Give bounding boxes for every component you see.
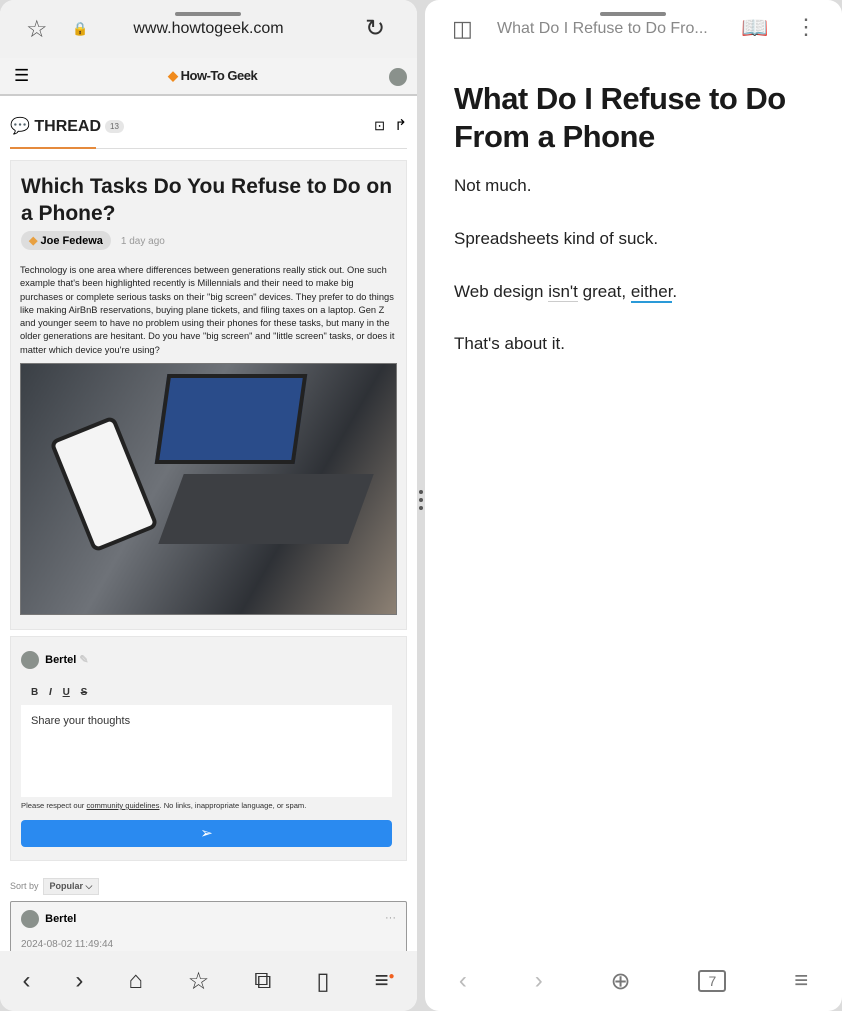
note-title: What Do I Refuse to Do From a Phone <box>454 81 786 154</box>
account-icon[interactable] <box>389 68 407 86</box>
tabs-icon[interactable]: ⧉ <box>254 967 271 995</box>
note-tab-title: What Do I Refuse to Do Fro... <box>497 20 708 37</box>
drag-handle[interactable] <box>600 12 666 16</box>
format-toolbar: B I U S <box>31 687 87 698</box>
send-icon: ➢ <box>200 825 213 842</box>
post-card: Which Tasks Do You Refuse to Do on a Pho… <box>10 160 407 630</box>
menu-icon[interactable]: ≡ <box>794 967 808 995</box>
send-button[interactable]: ➢ <box>21 820 392 847</box>
chat-icon: 💬 <box>10 118 30 135</box>
comment-time: 2024-08-02 11:49:44 <box>21 939 114 950</box>
bottom-toolbar: ‹ › ⌂ ☆ ⧉ ▯ ≡● <box>0 951 417 1011</box>
thread-count: 13 <box>105 120 124 134</box>
sort-select[interactable]: Popular ⌵ <box>42 878 100 895</box>
paragraph: Not much. <box>454 176 532 195</box>
spell-flag[interactable]: either <box>630 282 673 303</box>
forward-icon[interactable]: › <box>75 967 83 995</box>
post-time: 1 day ago <box>120 236 165 247</box>
sidebar-icon[interactable]: ◫ <box>452 16 473 42</box>
sort-control: Sort by Popular ⌵ <box>10 878 100 895</box>
home-icon[interactable]: ⌂ <box>128 967 143 995</box>
comment-composer: Bertel ✎ B I U S Share your thoughts Ple… <box>10 636 407 861</box>
guidelines-note: Please respect our community guidelines.… <box>21 801 307 810</box>
user-avatar <box>21 651 39 669</box>
comment-user: Bertel <box>45 912 77 925</box>
share-icon[interactable]: ↱ <box>394 116 407 134</box>
browser-pane: ☆ 🔒 www.howtogeek.com ↻ ☰ ◆ How-To Geek … <box>0 0 417 1011</box>
menu-icon[interactable]: ≡● <box>374 967 394 995</box>
paragraph: Web design isn't great, either. <box>454 282 678 303</box>
phone-icon[interactable]: ▯ <box>316 967 329 996</box>
author-chip[interactable]: ◆ Joe Fedewa <box>21 231 111 250</box>
post-image <box>20 363 397 616</box>
split-divider-handle[interactable] <box>419 490 423 514</box>
paragraph: That's about it. <box>454 334 565 353</box>
back-icon[interactable]: ‹ <box>459 967 467 995</box>
site-header: ☰ ◆ How-To Geek <box>0 58 417 96</box>
strike-button[interactable]: S <box>81 687 88 698</box>
post-body: Technology is one area where differences… <box>20 265 395 355</box>
tabs-count[interactable]: 7 <box>698 970 727 992</box>
notes-pane: ◫ What Do I Refuse to Do Fro... 📖 ⋮ What… <box>425 0 842 1011</box>
web-page: ☰ ◆ How-To Geek 💬 THREAD 13 ⊡ ↱ Which Tas… <box>0 58 417 951</box>
thread-heading: 💬 THREAD 13 <box>10 116 124 136</box>
more-vert-icon[interactable]: ⋮ <box>795 14 817 40</box>
guidelines-link[interactable]: community guidelines <box>86 801 159 810</box>
italic-button[interactable]: I <box>49 687 52 698</box>
more-icon[interactable]: ··· <box>385 912 396 924</box>
bookmarks-icon[interactable]: ☆ <box>188 967 210 996</box>
url-text[interactable]: www.howtogeek.com <box>0 20 417 38</box>
menu-icon[interactable]: ☰ <box>14 66 29 86</box>
edit-icon[interactable]: ✎ <box>79 654 88 666</box>
underline-button[interactable]: U <box>63 687 70 698</box>
bold-button[interactable]: B <box>31 687 38 698</box>
reload-icon[interactable]: ↻ <box>365 14 385 43</box>
address-bar[interactable]: ☆ 🔒 www.howtogeek.com ↻ <box>0 0 417 58</box>
comment-input[interactable]: Share your thoughts <box>21 705 392 797</box>
reader-icon[interactable]: 📖 <box>741 15 768 41</box>
back-icon[interactable]: ‹ <box>22 967 30 995</box>
new-tab-icon[interactable]: ⊕ <box>611 967 631 996</box>
user-avatar <box>21 910 39 928</box>
post-title: Which Tasks Do You Refuse to Do on a Pho… <box>21 175 393 225</box>
tab-underline <box>10 147 407 149</box>
comment-item: Bertel ··· 2024-08-02 11:49:44 <box>10 901 407 951</box>
site-logo[interactable]: ◆ How-To Geek <box>168 68 258 84</box>
paragraph: Spreadsheets kind of suck. <box>454 229 659 248</box>
bookmark-icon[interactable]: ⊡ <box>374 118 385 134</box>
drag-handle[interactable] <box>175 12 241 16</box>
bottom-toolbar: ‹ › ⊕ 7 ≡ <box>425 951 842 1011</box>
user-name: Bertel <box>45 653 77 666</box>
forward-icon[interactable]: › <box>535 967 543 995</box>
